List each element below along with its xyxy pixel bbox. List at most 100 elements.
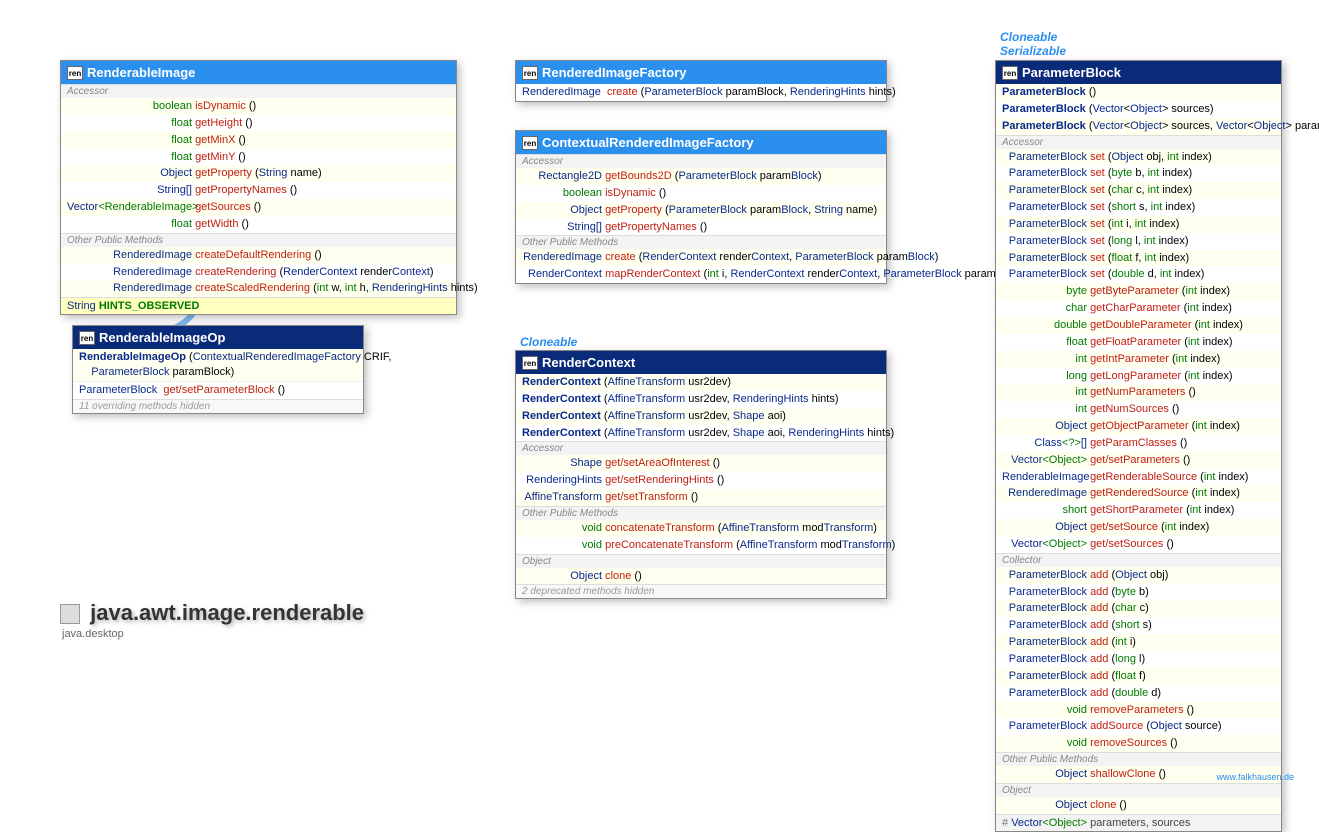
method-row: ParameterBlock add (byte b) xyxy=(996,584,1281,601)
class-contextual-rif: ren ContextualRenderedImageFactory Acces… xyxy=(515,130,887,284)
class-title-text: RenderContext xyxy=(542,355,635,370)
method-row: float getWidth () xyxy=(61,216,456,233)
class-title-text: ContextualRenderedImageFactory xyxy=(542,135,754,150)
ren-icon: ren xyxy=(79,331,95,345)
method-row: ParameterBlock add (short s) xyxy=(996,617,1281,634)
section-collector: Collector xyxy=(996,553,1281,567)
implements-cloneable: Cloneable xyxy=(520,335,577,349)
hidden-methods-note: 2 deprecated methods hidden xyxy=(516,584,886,598)
fields-row: # Vector<Object> parameters, sources xyxy=(996,814,1281,831)
method-row: Vector<RenderableImage> getSources () xyxy=(61,199,456,216)
method-row: boolean isDynamic () xyxy=(61,98,456,115)
method-row: ParameterBlock addSource (Object source) xyxy=(996,718,1281,735)
method-row: ParameterBlock set (long l, int index) xyxy=(996,233,1281,250)
method-row: void concatenateTransform (AffineTransfo… xyxy=(516,520,886,537)
watermark: www.falkhausen.de xyxy=(1216,772,1294,782)
class-title: ren RenderedImageFactory xyxy=(516,61,886,84)
method-row: Vector<Object> get/setParameters () xyxy=(996,452,1281,469)
method-row: Vector<Object> get/setSources () xyxy=(996,536,1281,553)
package-title: java.awt.image.renderable xyxy=(60,600,364,626)
class-parameter-block: ren ParameterBlock ParameterBlock ()Para… xyxy=(995,60,1282,832)
method-row: ParameterBlock set (int i, int index) xyxy=(996,216,1281,233)
method-row: RenderableImage getRenderableSource (int… xyxy=(996,469,1281,486)
method-row: int getIntParameter (int index) xyxy=(996,351,1281,368)
class-title: ren RenderContext xyxy=(516,351,886,374)
section-accessor: Accessor xyxy=(61,84,456,98)
constructor: ParameterBlock () xyxy=(996,84,1281,101)
section-other: Other Public Methods xyxy=(996,752,1281,766)
class-title: ren ParameterBlock xyxy=(996,61,1281,84)
method-row: ParameterBlock add (double d) xyxy=(996,685,1281,702)
method-row: RenderedImage createDefaultRendering () xyxy=(61,247,456,264)
section-other: Other Public Methods xyxy=(516,506,886,520)
method-row: byte getByteParameter (int index) xyxy=(996,283,1281,300)
section-object: Object xyxy=(516,554,886,568)
constant-hints-observed: String HINTS_OBSERVED xyxy=(61,297,456,314)
method-row: ParameterBlock set (byte b, int index) xyxy=(996,165,1281,182)
method-row: ParameterBlock add (char c) xyxy=(996,600,1281,617)
method-row: Object getProperty (ParameterBlock param… xyxy=(516,202,886,219)
method-row: Object clone () xyxy=(516,568,886,585)
method-row: float getMinY () xyxy=(61,149,456,166)
method-row: ParameterBlock set (double d, int index) xyxy=(996,266,1281,283)
ren-icon: ren xyxy=(67,66,83,80)
class-render-context: ren RenderContext RenderContext (AffineT… xyxy=(515,350,887,599)
method-row: float getMinX () xyxy=(61,132,456,149)
package-icon xyxy=(60,604,80,624)
method-row: ParameterBlock get/setParameterBlock () xyxy=(73,381,363,399)
implements-serializable: Serializable xyxy=(1000,44,1066,58)
method-row: ParameterBlock add (Object obj) xyxy=(996,567,1281,584)
method-row: String[] getPropertyNames () xyxy=(61,182,456,199)
constructor: ParameterBlock (Vector<Object> sources) xyxy=(996,101,1281,118)
method-row: void removeParameters () xyxy=(996,702,1281,719)
method-row: Class<?>[] getParamClasses () xyxy=(996,435,1281,452)
method-row: ParameterBlock add (int i) xyxy=(996,634,1281,651)
method-row: long getLongParameter (int index) xyxy=(996,368,1281,385)
method-row: int getNumParameters () xyxy=(996,384,1281,401)
method-row: ParameterBlock add (float f) xyxy=(996,668,1281,685)
class-title-text: RenderableImageOp xyxy=(99,330,225,345)
method-row: ParameterBlock set (char c, int index) xyxy=(996,182,1281,199)
class-title: ren ContextualRenderedImageFactory xyxy=(516,131,886,154)
method-row: RenderingHints get/setRenderingHints () xyxy=(516,472,886,489)
method-row: short getShortParameter (int index) xyxy=(996,502,1281,519)
method-row: RenderedImage createRendering (RenderCon… xyxy=(61,264,456,281)
section-accessor: Accessor xyxy=(516,154,886,168)
method-row: void removeSources () xyxy=(996,735,1281,752)
constructor: RenderableImageOp (ContextualRenderedIma… xyxy=(73,349,363,381)
constructor: RenderContext (AffineTransform usr2dev, … xyxy=(516,425,886,442)
method-row: RenderContext mapRenderContext (int i, R… xyxy=(516,266,886,283)
constructor: ParameterBlock (Vector<Object> sources, … xyxy=(996,118,1281,135)
method-row: ParameterBlock set (short s, int index) xyxy=(996,199,1281,216)
method-row: Object getObjectParameter (int index) xyxy=(996,418,1281,435)
section-accessor: Accessor xyxy=(996,135,1281,149)
method-row: RenderedImage create (RenderContext rend… xyxy=(516,249,886,266)
class-title-text: ParameterBlock xyxy=(1022,65,1121,80)
hidden-methods-note: 11 overriding methods hidden xyxy=(73,399,363,413)
method-row: RenderedImage createScaledRendering (int… xyxy=(61,280,456,297)
class-title-text: RenderedImageFactory xyxy=(542,65,687,80)
method-row: AffineTransform get/setTransform () xyxy=(516,489,886,506)
method-row: char getCharParameter (int index) xyxy=(996,300,1281,317)
ren-icon: ren xyxy=(522,136,538,150)
constructor: RenderContext (AffineTransform usr2dev, … xyxy=(516,408,886,425)
ren-icon: ren xyxy=(522,356,538,370)
package-module: java.desktop xyxy=(62,628,124,640)
constructor: RenderContext (AffineTransform usr2dev, … xyxy=(516,391,886,408)
method-row: String[] getPropertyNames () xyxy=(516,219,886,236)
method-row: void preConcatenateTransform (AffineTran… xyxy=(516,537,886,554)
method-row: Object getProperty (String name) xyxy=(61,165,456,182)
method-row: ParameterBlock set (float f, int index) xyxy=(996,250,1281,267)
method-row: RenderedImage create (ParameterBlock par… xyxy=(516,84,886,101)
class-rendered-image-factory: ren RenderedImageFactory RenderedImage c… xyxy=(515,60,887,102)
section-accessor: Accessor xyxy=(516,441,886,455)
implements-cloneable: Cloneable xyxy=(1000,30,1057,44)
method-row: Shape get/setAreaOfInterest () xyxy=(516,455,886,472)
method-row: ParameterBlock set (Object obj, int inde… xyxy=(996,149,1281,166)
method-row: double getDoubleParameter (int index) xyxy=(996,317,1281,334)
section-other: Other Public Methods xyxy=(516,235,886,249)
method-row: float getFloatParameter (int index) xyxy=(996,334,1281,351)
class-title: ren RenderableImageOp xyxy=(73,326,363,349)
ren-icon: ren xyxy=(522,66,538,80)
method-row: float getHeight () xyxy=(61,115,456,132)
